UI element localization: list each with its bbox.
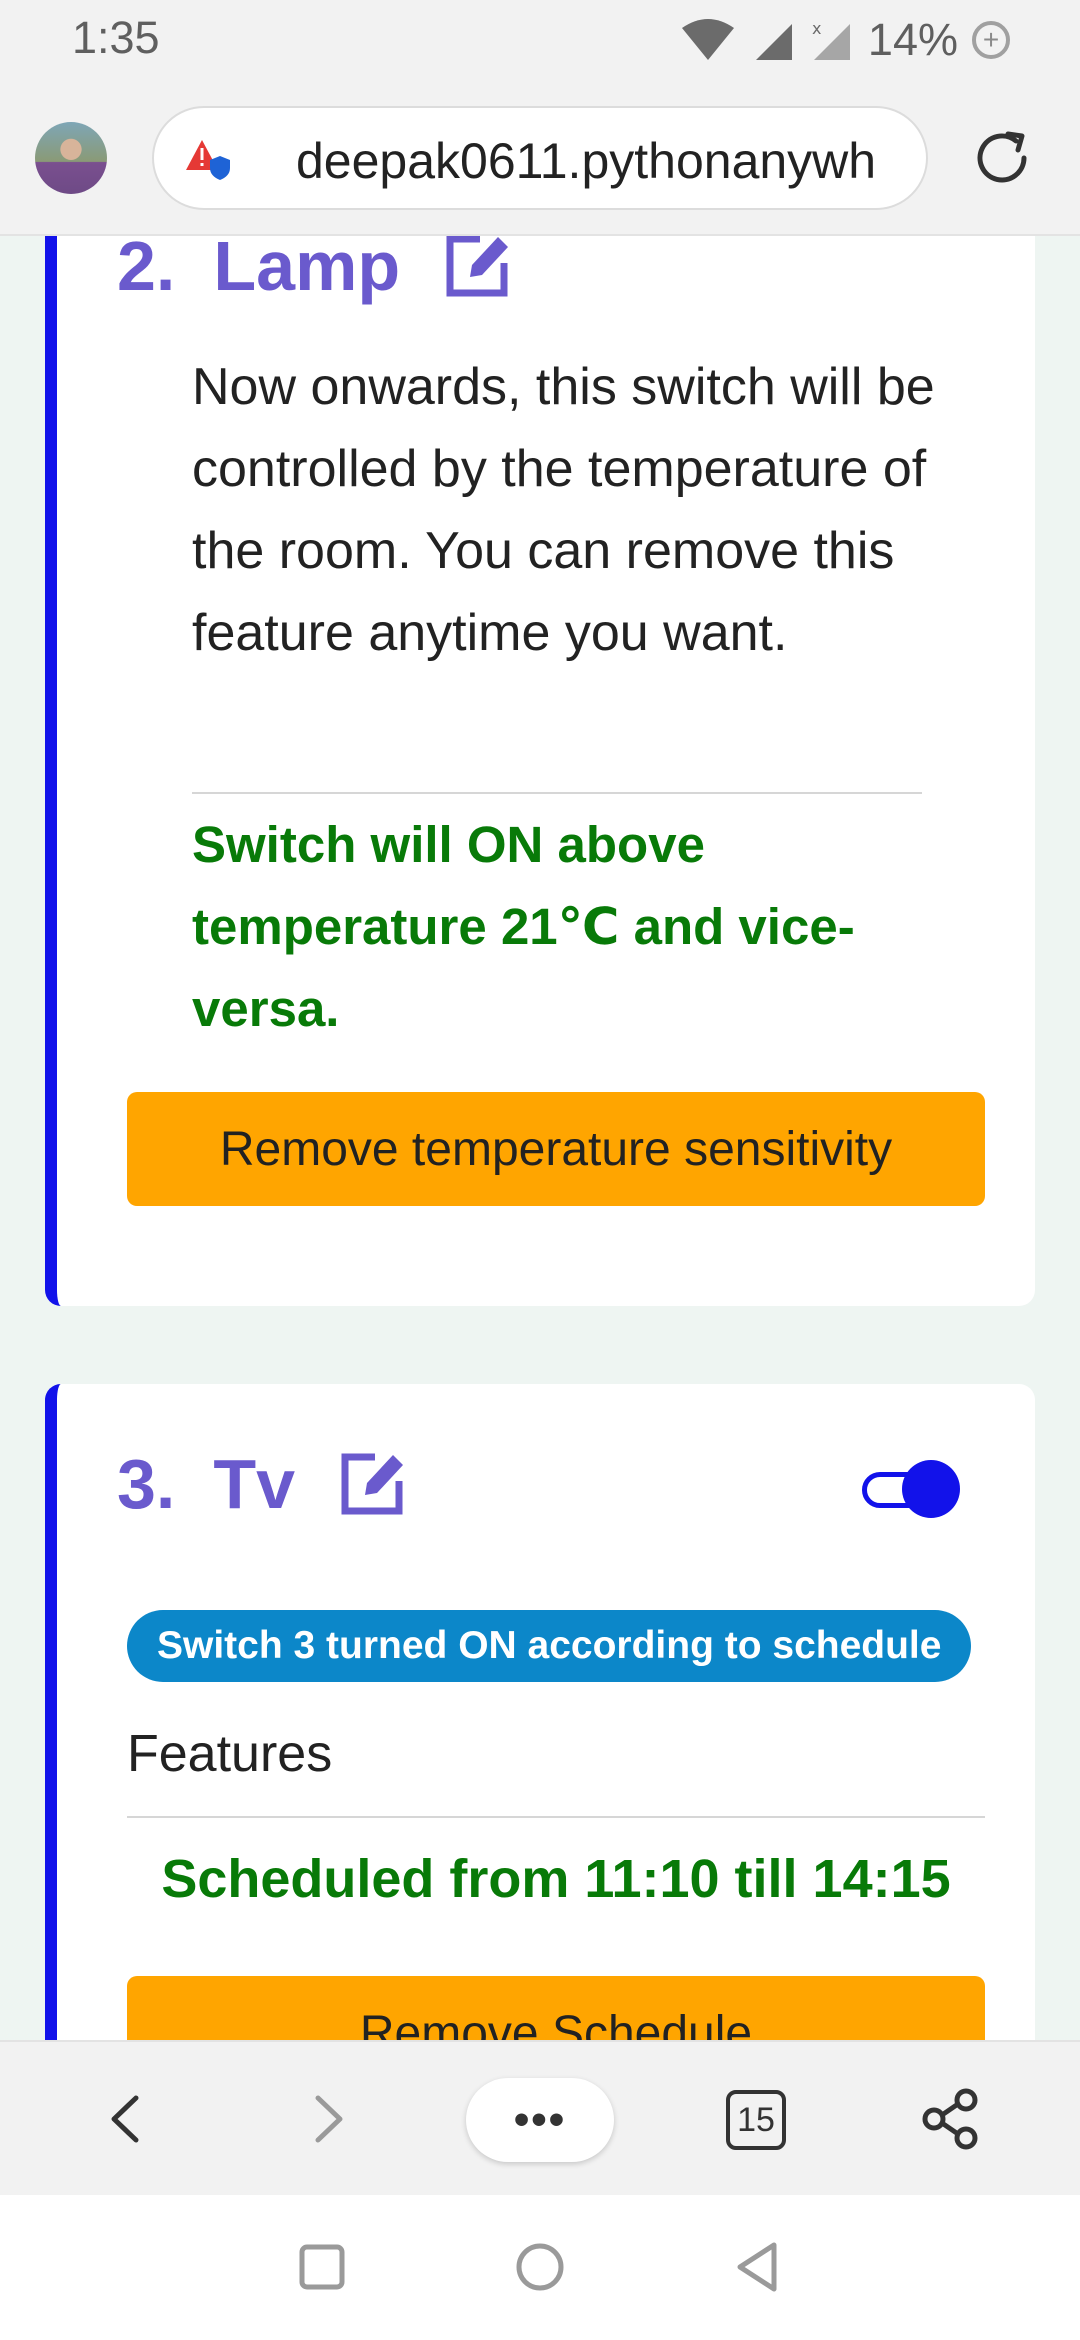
temperature-rule: Switch will ON above temperature 21℃ and… [192,816,855,1037]
page-content: 2. Lamp Now onwards, this switch will be… [0,236,1080,2040]
system-nav-bar [0,2195,1080,2340]
share-icon[interactable] [916,2084,986,2154]
divider [192,792,922,794]
warning-shield-icon[interactable] [184,138,232,182]
card-title: 3. Tv [117,1444,409,1524]
battery-percent: 14% [867,14,958,65]
signal-icon [755,24,792,60]
forward-icon[interactable] [292,2084,362,2154]
card-title: 2. Lamp [117,236,514,306]
screen: 1:35 x 14% + deepak0611.pythonanywh 2. L… [0,0,1080,2340]
browser-toolbar: deepak0611.pythonanywh [0,80,1080,236]
lamp-description: Now onwards, this switch will be control… [192,358,935,662]
url-text[interactable]: deepak0611.pythonanywh [296,132,876,190]
remove-temperature-sensitivity-button[interactable]: Remove temperature sensitivity [127,1092,985,1206]
battery-saver-icon: + [972,21,1010,59]
toggle-knob [902,1460,960,1518]
edit-icon[interactable] [335,1447,409,1521]
recents-icon[interactable] [290,2235,354,2299]
switch-card-tv: 3. Tv Switch 3 turned ON according to sc… [45,1384,1035,2040]
features-heading: Features [127,1725,333,1783]
back-icon[interactable] [92,2084,162,2154]
switch-name: Lamp [213,236,401,305]
switch-number: 3. [117,1445,176,1523]
status-bar: 1:35 x 14% + [0,0,1080,80]
profile-avatar[interactable] [35,122,107,194]
svg-text:x: x [812,19,821,38]
menu-button[interactable]: ••• [466,2078,614,2162]
system-back-icon[interactable] [726,2235,790,2299]
home-icon[interactable] [508,2235,572,2299]
address-bar[interactable]: deepak0611.pythonanywh [152,106,928,210]
signal-x-icon: x [812,19,850,60]
wifi-icon [681,19,734,60]
divider [127,1816,985,1818]
remove-schedule-button[interactable]: Remove Schedule [127,1976,985,2040]
switch-card-lamp: 2. Lamp Now onwards, this switch will be… [45,236,1035,1306]
edit-icon[interactable] [440,236,514,303]
switch-name: Tv [213,1445,296,1523]
schedule-text: Scheduled from 11:10 till 14:15 [161,1849,951,1909]
reload-icon[interactable] [968,124,1036,192]
status-time: 1:35 [72,12,160,63]
browser-bottom-bar: ••• 15 [0,2040,1080,2195]
status-badge: Switch 3 turned ON according to schedule [127,1610,972,1682]
switch-number: 2. [117,236,176,305]
status-icons: x 14% + [678,14,1010,66]
tabs-button[interactable]: 15 [726,2090,786,2150]
switch-toggle[interactable] [862,1460,962,1520]
